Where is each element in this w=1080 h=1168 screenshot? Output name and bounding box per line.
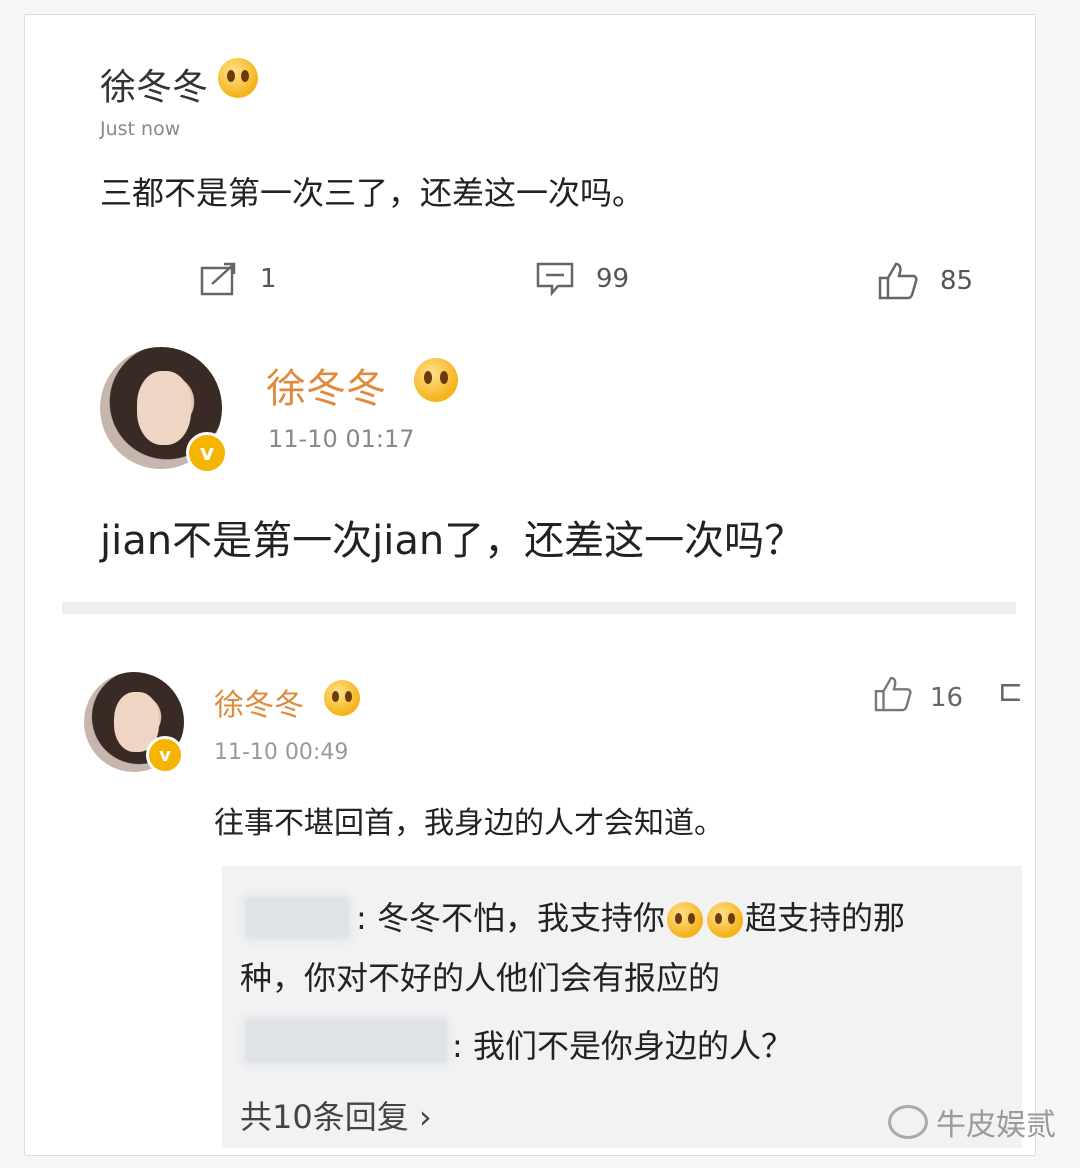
- post1-username[interactable]: 徐冬冬: [100, 58, 208, 110]
- comment-timestamp: 11-10 00:49: [214, 740, 349, 765]
- repost-button[interactable]: 1: [200, 262, 277, 296]
- thumbs-up-icon: [874, 676, 912, 719]
- comment-username[interactable]: 徐冬冬: [214, 680, 304, 724]
- reply-text-part: 超支持的那: [744, 899, 905, 937]
- comment-button[interactable]: 99: [536, 262, 629, 296]
- watermark-text: 牛皮娱贰: [936, 1108, 1056, 1143]
- reply-text-line2: 种，你对不好的人他们会有报应的: [240, 959, 721, 997]
- reply-text: : 冬冬不怕，我支持你 超支持的那: [356, 890, 905, 946]
- wechat-icon: [888, 1105, 928, 1139]
- comment-text: 往事不堪回首，我身边的人才会知道。: [214, 806, 724, 841]
- cute-emoji-icon: [324, 680, 360, 716]
- like-button[interactable]: 85: [878, 262, 973, 300]
- post1-text: 三都不是第一次三了，还差这一次吗。: [100, 174, 645, 212]
- reply-icon[interactable]: ⊏: [998, 674, 1023, 709]
- section-divider: [62, 602, 1016, 614]
- cute-emoji-icon: [218, 58, 258, 98]
- post1-timestamp: Just now: [100, 118, 181, 140]
- verified-badge-icon: v: [146, 736, 184, 774]
- repost-icon: [200, 262, 238, 296]
- tongue-emoji-icon: [706, 902, 743, 938]
- post2-username[interactable]: 徐冬冬: [266, 356, 386, 414]
- watermark: 牛皮娱贰: [888, 1100, 1056, 1144]
- comment-count: 99: [596, 264, 630, 294]
- verified-badge-icon: v: [186, 432, 228, 474]
- post2-timestamp: 11-10 01:17: [268, 425, 415, 453]
- cute-emoji-icon: [414, 358, 458, 402]
- comment-like-button[interactable]: 16: [874, 676, 963, 719]
- tongue-emoji-icon: [666, 902, 703, 938]
- blurred-username[interactable]: [246, 1020, 446, 1062]
- thumbs-up-icon: [878, 262, 918, 300]
- reply-text: : 我们不是你身边的人？: [452, 1027, 793, 1065]
- comment-icon: [536, 262, 574, 296]
- repost-count: 1: [260, 264, 277, 294]
- reply-text-part: : 冬冬不怕，我支持你: [356, 899, 665, 937]
- comment-like-count: 16: [930, 682, 964, 713]
- blurred-username[interactable]: [246, 898, 348, 938]
- post2-text: jian不是第一次jian了，还差这一次吗？: [100, 518, 805, 564]
- view-all-replies-link[interactable]: 共10条回复 ›: [240, 1092, 432, 1138]
- like-count: 85: [940, 266, 974, 296]
